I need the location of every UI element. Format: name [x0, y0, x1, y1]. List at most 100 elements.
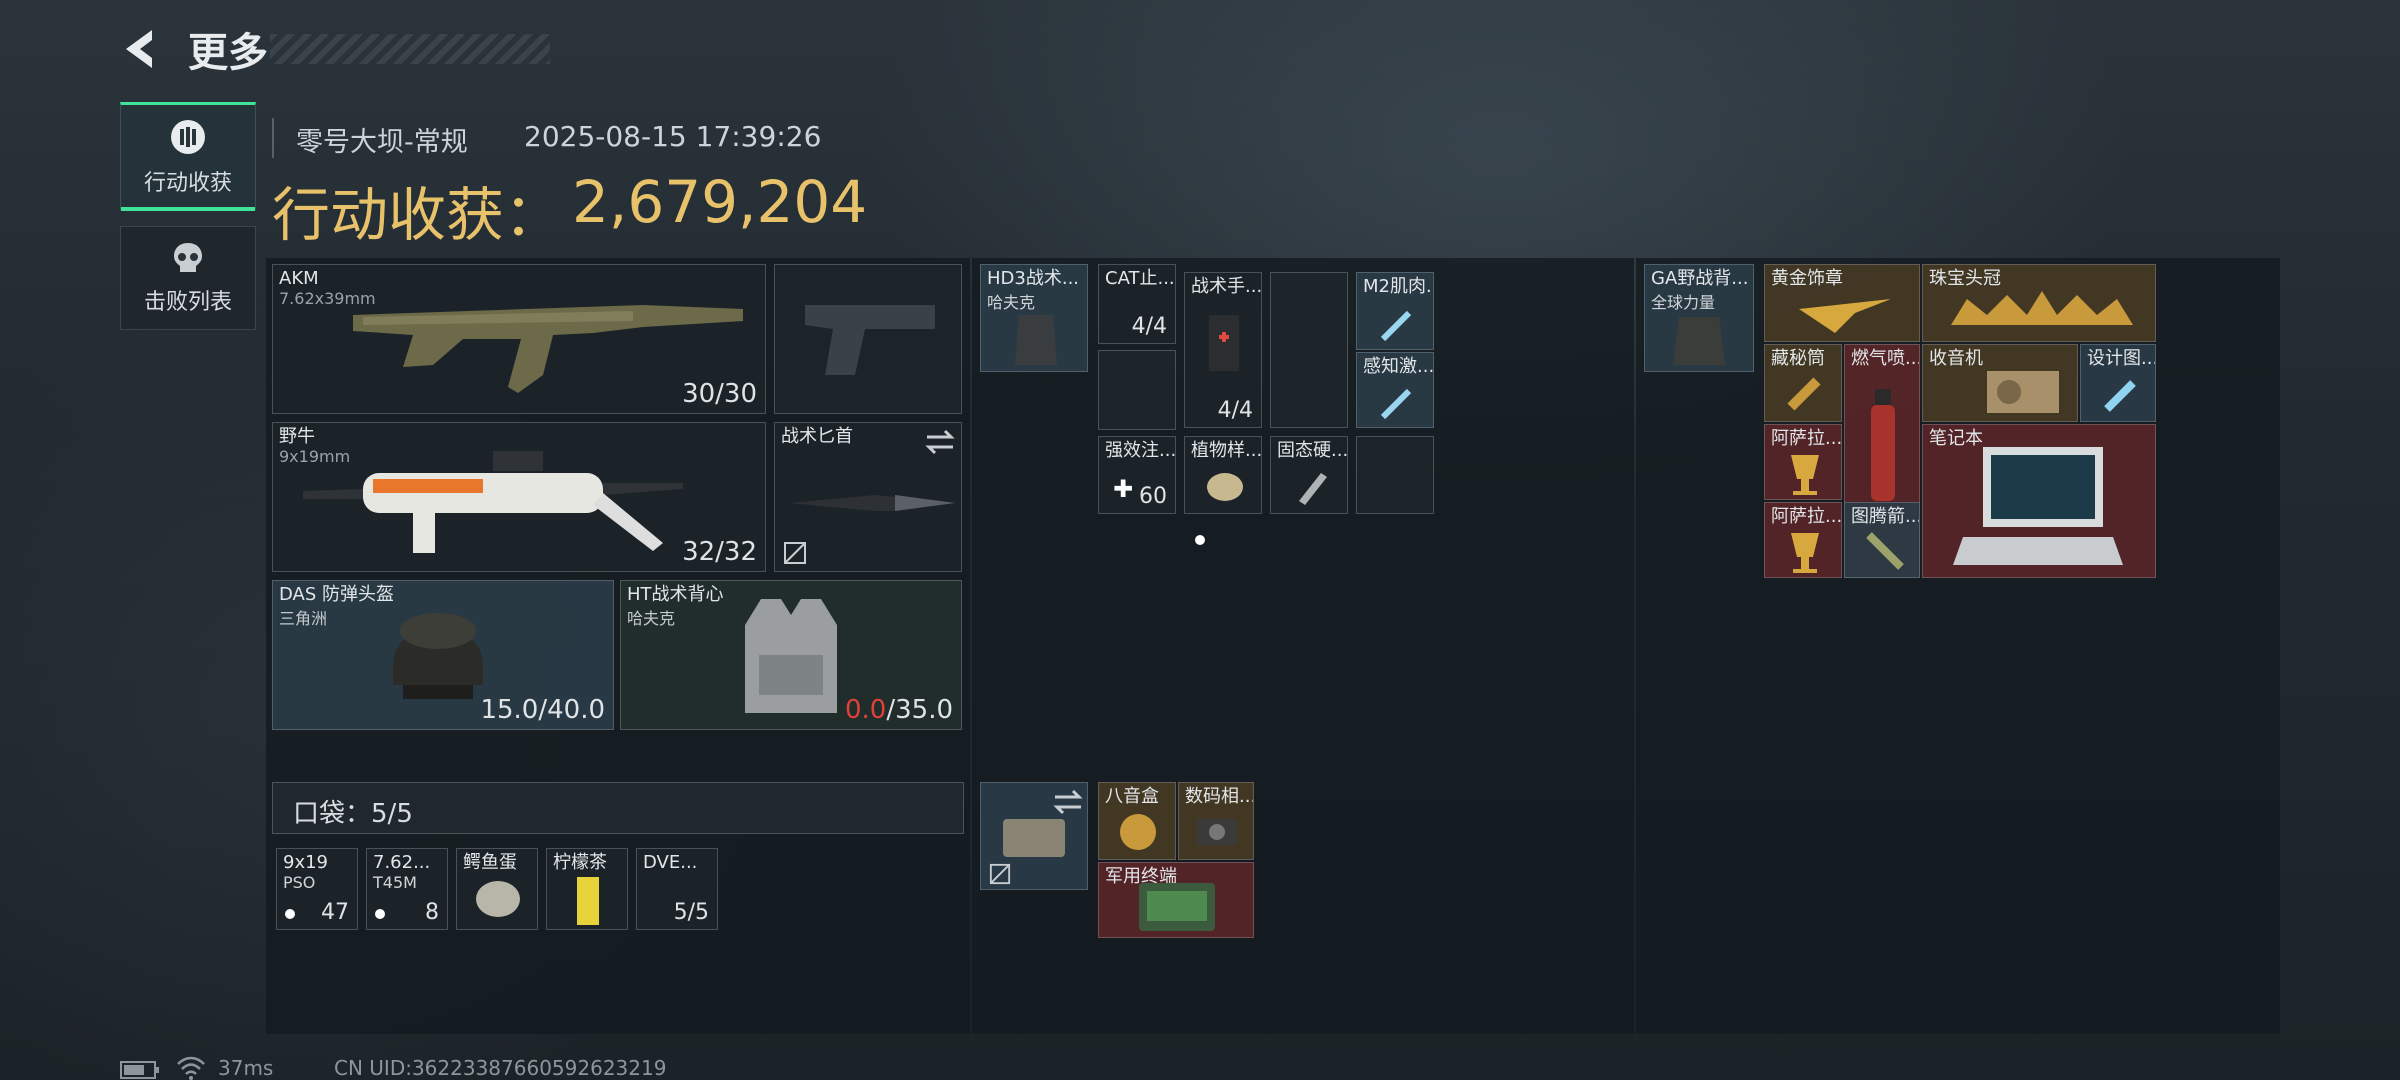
backpack-item[interactable]: 珠宝头冠 — [1922, 264, 2156, 342]
helmet-slot[interactable]: DAS 防弹头盔 三角洲 15.0/40.0 — [272, 580, 614, 730]
ssd-image — [1299, 473, 1327, 505]
item-name: 藏秘筒 — [1771, 348, 1825, 369]
pocket-item[interactable]: 鳄鱼蛋 — [456, 848, 538, 930]
backpack-item[interactable]: 藏秘筒 — [1764, 344, 1842, 422]
item-name: 八音盒 — [1105, 786, 1159, 807]
gas-sprayer-image — [1871, 389, 1895, 501]
rig-item[interactable]: CAT止... 4/4 — [1098, 264, 1176, 344]
secondary-weapon-slot[interactable]: 野牛 9x19mm 32/32 — [272, 422, 766, 572]
syringe-icon — [1380, 310, 1412, 342]
helmet-brand: 三角洲 — [279, 609, 328, 628]
match-datetime: 2025-08-15 17:39:26 — [524, 120, 822, 153]
pistol-slot-empty[interactable] — [774, 264, 962, 414]
item-name: 设计图... — [2087, 348, 2156, 369]
tab-kill-list[interactable]: 击败列表 — [120, 226, 256, 330]
backpack-item[interactable]: 阿萨拉... — [1764, 502, 1842, 578]
helmet-image — [393, 613, 483, 699]
item-name: 植物样... — [1191, 440, 1262, 461]
back-arrow-icon — [126, 30, 152, 68]
backpack-item[interactable]: 黄金饰章 — [1764, 264, 1920, 342]
armor-slot[interactable]: HT战术背心 哈夫克 0.0/35.0 — [620, 580, 962, 730]
backpack-item[interactable]: 笔记本 — [1922, 424, 2156, 578]
item-count: 60 — [1139, 484, 1167, 509]
melee-slot[interactable]: 战术匕首 — [774, 422, 962, 572]
pocket-count: 5/5 — [371, 799, 413, 829]
rig-item[interactable]: 感知激... — [1356, 352, 1434, 428]
rig-item[interactable]: 强效注... ✚ 60 — [1098, 436, 1176, 514]
tab-loot[interactable]: 行动收获 — [120, 102, 256, 211]
camera-image — [1197, 819, 1237, 845]
ammo-count: 32/32 — [682, 537, 757, 567]
vest-image — [745, 599, 837, 713]
music-box-image — [1120, 814, 1156, 850]
rig-name: HD3战术... — [987, 268, 1080, 289]
swap-icon[interactable] — [1053, 789, 1083, 815]
rig-image — [1015, 315, 1057, 365]
rig-item[interactable]: 固态硬... — [1270, 436, 1348, 514]
backpack-slot[interactable]: GA野战背... 全球力量 — [1644, 264, 1754, 372]
page-title: 更多 — [188, 30, 268, 76]
back-button[interactable] — [118, 26, 164, 72]
ammo-count: 30/30 — [682, 379, 757, 409]
golden-cup-image — [1791, 455, 1819, 495]
dot-icon — [375, 909, 385, 919]
item-name: 收音机 — [1929, 348, 1983, 369]
weapon-name: AKM — [279, 268, 319, 289]
rig-slot-empty[interactable] — [1356, 436, 1434, 514]
rig-item[interactable]: 战术手... 4/4 — [1184, 272, 1262, 428]
backpack-item[interactable]: 阿萨拉... — [1764, 424, 1842, 500]
item-name: 强效注... — [1105, 440, 1176, 461]
terminal-image — [1139, 883, 1215, 931]
pocket-label: 口袋： — [293, 799, 372, 829]
item-name: 感知激... — [1363, 356, 1434, 377]
rig-slot[interactable]: HD3战术... 哈夫克 — [980, 264, 1088, 372]
primary-weapon-slot[interactable]: AKM 7.62x39mm 30/30 — [272, 264, 766, 414]
item-name: CAT止... — [1105, 268, 1175, 289]
divider — [272, 118, 274, 158]
dot-icon — [285, 909, 295, 919]
rig-item[interactable]: M2肌肉... — [1356, 272, 1434, 350]
backpack-item[interactable]: 设计图... — [2080, 344, 2156, 422]
item-name: 图腾箭... — [1851, 506, 1920, 527]
item-name: 9x19 — [283, 852, 329, 873]
item-sub: T45M — [373, 873, 417, 892]
pocket-item[interactable]: DVE... 5/5 — [636, 848, 718, 930]
drink-image — [577, 877, 599, 925]
item-count: 47 — [321, 900, 349, 925]
case-item[interactable]: 八音盒 — [1098, 782, 1176, 860]
item-name: 阿萨拉... — [1771, 506, 1842, 527]
item-name: M2肌肉... — [1363, 276, 1433, 297]
rig-item[interactable]: 植物样... — [1184, 436, 1262, 514]
ping-text: 37ms — [218, 1056, 274, 1080]
insured-icon — [784, 542, 806, 564]
loot-icon — [171, 120, 205, 154]
backpack-item[interactable]: 收音机 — [1922, 344, 2078, 422]
plus-icon: ✚ — [1113, 475, 1134, 503]
pocket-item[interactable]: 9x19 PSO 47 — [276, 848, 358, 930]
case-item[interactable]: 数码相... — [1178, 782, 1254, 860]
scroll-tube-image — [1787, 377, 1821, 411]
secure-case-slot[interactable] — [980, 782, 1088, 890]
gold-badge-image — [1799, 299, 1891, 333]
totem-arrow-image — [1866, 532, 1904, 570]
armor-brand: 哈夫克 — [627, 609, 676, 628]
insured-icon — [989, 863, 1011, 885]
user-uid: CN UID:3622338766059262321​9 — [334, 1056, 667, 1080]
backpack-name: GA野战背... — [1651, 268, 1749, 289]
case-item[interactable]: 军用终端 — [1098, 862, 1254, 938]
item-sub: PSO — [283, 873, 316, 892]
blueprint-image — [2104, 380, 2136, 412]
item-count: 5/5 — [673, 900, 709, 925]
rig-slot-empty[interactable] — [1098, 350, 1176, 430]
pocket-item[interactable]: 7.62... T45M 8 — [366, 848, 448, 930]
swap-icon[interactable] — [925, 429, 955, 455]
rig-slot-empty[interactable] — [1270, 272, 1348, 428]
item-name: 柠檬茶 — [553, 852, 607, 873]
armor-durability-max: /35.0 — [886, 695, 953, 725]
tab-loot-label: 行动收获 — [143, 171, 232, 196]
pocket-item[interactable]: 柠檬茶 — [546, 848, 628, 930]
backpack-image — [1673, 317, 1725, 365]
wifi-icon — [177, 1056, 205, 1080]
haul-label: 行动收获： — [272, 181, 563, 249]
backpack-item[interactable]: 图腾箭... — [1844, 502, 1920, 578]
